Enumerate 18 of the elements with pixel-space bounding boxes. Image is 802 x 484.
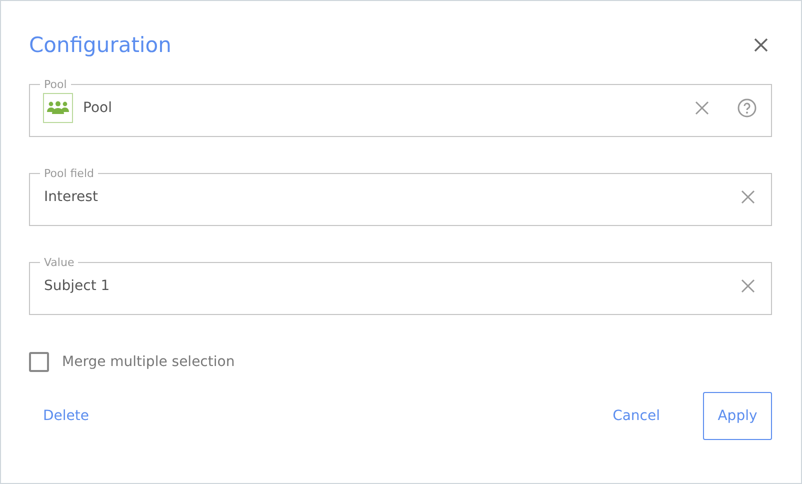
checkbox-label: Merge multiple selection xyxy=(62,354,235,370)
clear-icon[interactable] xyxy=(695,101,709,115)
group-icon xyxy=(43,93,73,123)
field-value: Pool xyxy=(83,100,113,116)
close-icon[interactable] xyxy=(753,37,769,53)
field-value: Subject 1 xyxy=(44,278,111,294)
dialog-title: Configuration xyxy=(29,33,172,57)
field-label: Pool field xyxy=(43,167,95,180)
field-value: Interest xyxy=(44,189,99,205)
clear-icon[interactable] xyxy=(741,190,755,204)
help-icon[interactable] xyxy=(737,98,757,118)
checkbox[interactable] xyxy=(29,352,49,372)
field-label: Pool xyxy=(43,78,68,91)
input-field[interactable]: Pool field Interest xyxy=(29,167,772,226)
clear-icon[interactable] xyxy=(741,279,755,293)
field-label: Value xyxy=(43,256,76,269)
input-field[interactable]: Pool Pool xyxy=(29,78,772,137)
input-field[interactable]: Value Subject 1 xyxy=(29,256,772,315)
